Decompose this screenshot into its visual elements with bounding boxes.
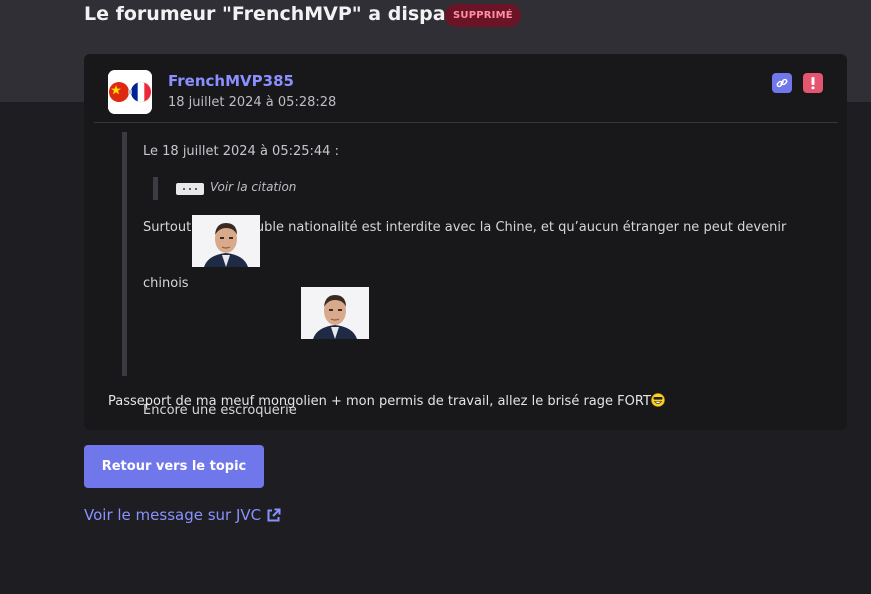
report-button[interactable]: [803, 73, 823, 93]
header-divider: [94, 122, 838, 123]
jvc-link-label[interactable]: Voir le message sur JVC: [84, 506, 261, 524]
external-link-icon[interactable]: [266, 508, 281, 523]
avatar[interactable]: [108, 70, 152, 114]
page-title: Le forumeur "FrenchMVP" a disparu: [84, 3, 469, 25]
username[interactable]: FrenchMVP385: [168, 72, 294, 90]
link-icon: [776, 78, 788, 88]
quote-block: Le 18 juillet 2024 à 05:25:44 : Voir la …: [122, 132, 817, 418]
post-card: FrenchMVP385 18 juillet 2024 à 05:28:28 …: [84, 54, 847, 430]
view-on-jvc-link[interactable]: Voir le message sur JVC: [84, 506, 281, 524]
portrait-sticker-2: [301, 287, 369, 339]
quote-header: Le 18 juillet 2024 à 05:25:44 :: [143, 144, 339, 159]
copy-link-button[interactable]: [772, 73, 792, 93]
china-france-flags-icon: [108, 70, 152, 114]
person-portrait-icon: [192, 215, 260, 267]
status-badge: SUPPRIMÉ: [445, 4, 521, 27]
grinning-sunglasses-emoji-icon: [651, 393, 665, 407]
exclamation-icon: [811, 77, 815, 90]
view-quote-link[interactable]: Voir la citation: [210, 180, 296, 194]
back-to-topic-button[interactable]: Retour vers le topic: [84, 445, 264, 488]
portrait-sticker-1: [192, 215, 260, 267]
person-portrait-icon: [301, 287, 369, 339]
post-date: 18 juillet 2024 à 05:28:28: [168, 95, 337, 110]
nested-quote[interactable]: Voir la citation: [153, 177, 296, 200]
ellipsis-icon[interactable]: [176, 183, 204, 195]
quote-line-2: chinois: [143, 276, 189, 291]
post-body: Passeport de ma meuf mongolien + mon per…: [108, 394, 651, 409]
